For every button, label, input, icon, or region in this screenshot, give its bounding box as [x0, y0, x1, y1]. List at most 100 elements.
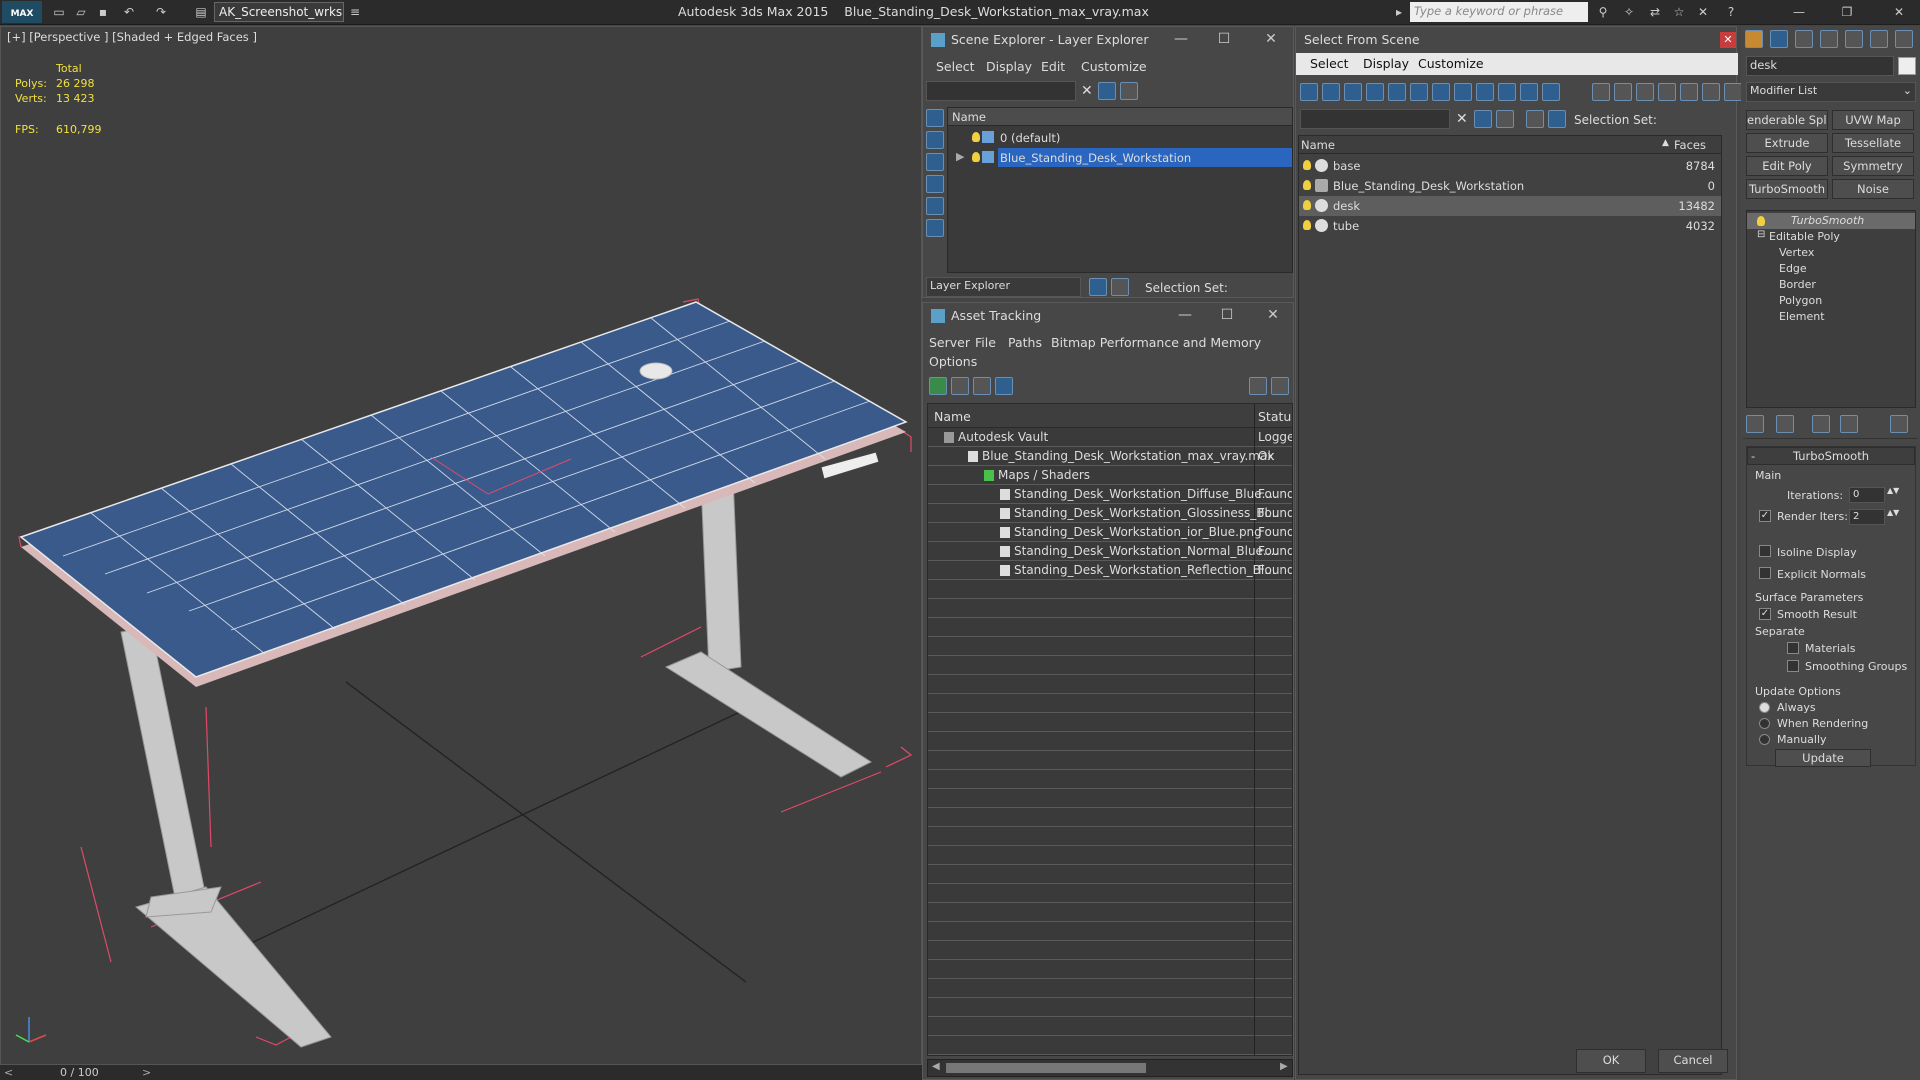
- empty-asset-row[interactable]: [928, 1017, 1292, 1036]
- visibility-bulb-icon[interactable]: [1303, 180, 1311, 190]
- modifier-button[interactable]: UVW Map: [1832, 110, 1914, 130]
- sfs-lights-icon[interactable]: [1344, 83, 1362, 101]
- asset-row[interactable]: Standing_Desk_Workstation_ior_Blue.png Fo…: [928, 523, 1292, 542]
- empty-asset-row[interactable]: [928, 1036, 1292, 1055]
- sfs-filter-icon[interactable]: [1724, 83, 1742, 101]
- visibility-bulb-icon[interactable]: [1303, 160, 1311, 170]
- smoothing-groups-checkbox[interactable]: [1787, 660, 1799, 672]
- restore-window-icon[interactable]: ❐: [1838, 4, 1856, 20]
- empty-asset-row[interactable]: [928, 675, 1292, 694]
- new-file-icon[interactable]: ▭: [50, 4, 68, 20]
- sfs-menu-select[interactable]: Select: [1310, 56, 1349, 71]
- when-rendering-radio[interactable]: [1759, 718, 1770, 729]
- at-settings-icon[interactable]: [1271, 377, 1289, 395]
- modifier-button[interactable]: Tessellate: [1832, 133, 1914, 153]
- sfs-select-none-icon[interactable]: [1680, 83, 1698, 101]
- binoculars-icon[interactable]: ⚲: [1594, 4, 1612, 20]
- render-iters-field[interactable]: 2: [1849, 509, 1885, 525]
- at-thumbnail-view-icon[interactable]: [973, 377, 991, 395]
- se-filter-icon[interactable]: [1098, 82, 1116, 100]
- stack-item-turbosmooth[interactable]: TurboSmooth: [1747, 213, 1915, 229]
- layer-visibility-icon[interactable]: [972, 152, 980, 162]
- at-maximize-icon[interactable]: ☐: [1217, 307, 1237, 323]
- modifier-list-dropdown[interactable]: Modifier List ⌄: [1746, 82, 1916, 102]
- tab-hierarchy-icon[interactable]: [1795, 30, 1813, 48]
- scroll-thumb[interactable]: [946, 1063, 1146, 1073]
- asset-row[interactable]: Blue_Standing_Desk_Workstation_max_vray.…: [928, 447, 1292, 466]
- sfs-search-field[interactable]: [1300, 109, 1450, 129]
- close-window-icon[interactable]: ✕: [1890, 4, 1908, 20]
- empty-asset-row[interactable]: [928, 827, 1292, 846]
- stack-subobject-item[interactable]: Edge: [1747, 261, 1915, 277]
- empty-asset-row[interactable]: [928, 580, 1292, 599]
- modifier-button[interactable]: Extrude: [1746, 133, 1828, 153]
- sfs-hidden-icon[interactable]: [1542, 83, 1560, 101]
- stack-subobject-item[interactable]: Element: [1747, 309, 1915, 325]
- empty-asset-row[interactable]: [928, 751, 1292, 770]
- object-name-field[interactable]: desk: [1746, 56, 1894, 76]
- visibility-bulb-icon[interactable]: [1303, 220, 1311, 230]
- undo-icon[interactable]: ↶: [120, 4, 138, 20]
- stack-subobject-item[interactable]: Border: [1747, 277, 1915, 293]
- redo-icon[interactable]: ↷: [152, 4, 170, 20]
- empty-asset-row[interactable]: [928, 903, 1292, 922]
- empty-asset-row[interactable]: [928, 713, 1292, 732]
- se-menu-customize[interactable]: Customize: [1081, 59, 1147, 74]
- sfs-clear-search-icon[interactable]: ✕: [1456, 111, 1468, 127]
- at-menu-paths[interactable]: Paths: [1008, 335, 1042, 350]
- sfs-groups-icon[interactable]: [1432, 83, 1450, 101]
- at-horizontal-scrollbar[interactable]: ◀ ▶: [927, 1059, 1293, 1077]
- se-display-lights-icon[interactable]: [926, 153, 944, 171]
- at-menu-bitmap-performance[interactable]: Bitmap Performance and Memory: [1051, 335, 1261, 350]
- sfs-shapes-icon[interactable]: [1322, 83, 1340, 101]
- sfs-cancel-button[interactable]: Cancel: [1658, 1049, 1728, 1073]
- configure-modifier-sets-icon[interactable]: [1890, 415, 1908, 433]
- remove-modifier-icon[interactable]: [1840, 415, 1858, 433]
- se-layer-add-icon[interactable]: [1120, 82, 1138, 100]
- sfs-containers-icon[interactable]: [1498, 83, 1516, 101]
- project-folder-icon[interactable]: ▤: [192, 4, 210, 20]
- empty-asset-row[interactable]: [928, 998, 1292, 1017]
- tools-icon[interactable]: ✧: [1620, 4, 1638, 20]
- at-list-view-icon[interactable]: [951, 377, 969, 395]
- at-refresh-icon[interactable]: [929, 377, 947, 395]
- modifier-button[interactable]: Noise: [1832, 179, 1914, 199]
- isoline-display-checkbox[interactable]: [1759, 545, 1771, 557]
- object-color-swatch[interactable]: [1898, 57, 1916, 75]
- open-file-icon[interactable]: ▱: [72, 4, 90, 20]
- sfs-col-faces[interactable]: Faces: [1674, 138, 1706, 152]
- sfs-object-row[interactable]: tube 4032: [1299, 216, 1721, 236]
- at-close-icon[interactable]: ✕: [1263, 307, 1283, 323]
- sfs-display-all-icon[interactable]: [1592, 83, 1610, 101]
- render-iters-spinner[interactable]: ▲▼: [1887, 508, 1899, 517]
- sfs-spacewarps-icon[interactable]: [1410, 83, 1428, 101]
- empty-asset-row[interactable]: [928, 732, 1292, 751]
- asset-row[interactable]: Autodesk Vault Logge: [928, 428, 1292, 447]
- asset-row[interactable]: Standing_Desk_Workstation_Reflection_Bl.…: [928, 561, 1292, 580]
- sfs-filter-icon[interactable]: [1474, 110, 1492, 128]
- sfs-object-row[interactable]: base 8784: [1299, 156, 1721, 176]
- tab-extras-icon[interactable]: [1895, 30, 1913, 48]
- expand-arrow-icon[interactable]: ▶: [956, 150, 964, 163]
- save-file-icon[interactable]: ▪: [94, 4, 112, 20]
- favorites-star-icon[interactable]: ☆: [1670, 4, 1688, 20]
- sort-ascending-icon[interactable]: ▲: [1662, 138, 1669, 148]
- asset-row[interactable]: Standing_Desk_Workstation_Normal_Blue...…: [928, 542, 1292, 561]
- make-unique-icon[interactable]: [1812, 415, 1830, 433]
- sfs-invert-selection-icon[interactable]: [1702, 83, 1720, 101]
- sfs-geometry-icon[interactable]: [1300, 83, 1318, 101]
- sfs-menu-display[interactable]: Display: [1363, 56, 1409, 71]
- pin-stack-icon[interactable]: [1746, 415, 1764, 433]
- iterations-spinner[interactable]: ▲▼: [1887, 486, 1899, 495]
- at-minimize-icon[interactable]: —: [1175, 307, 1195, 323]
- workspace-menu-icon[interactable]: ≡: [346, 4, 364, 20]
- modifier-button[interactable]: enderable Spli: [1746, 110, 1828, 130]
- empty-asset-row[interactable]: [928, 846, 1292, 865]
- update-button[interactable]: Update: [1775, 749, 1871, 767]
- empty-asset-row[interactable]: [928, 656, 1292, 675]
- sfs-object-row[interactable]: Blue_Standing_Desk_Workstation 0: [1299, 176, 1721, 196]
- empty-asset-row[interactable]: [928, 618, 1292, 637]
- scroll-right-icon[interactable]: ▶: [1280, 1061, 1288, 1072]
- se-menu-edit[interactable]: Edit: [1041, 59, 1065, 74]
- empty-asset-row[interactable]: [928, 789, 1292, 808]
